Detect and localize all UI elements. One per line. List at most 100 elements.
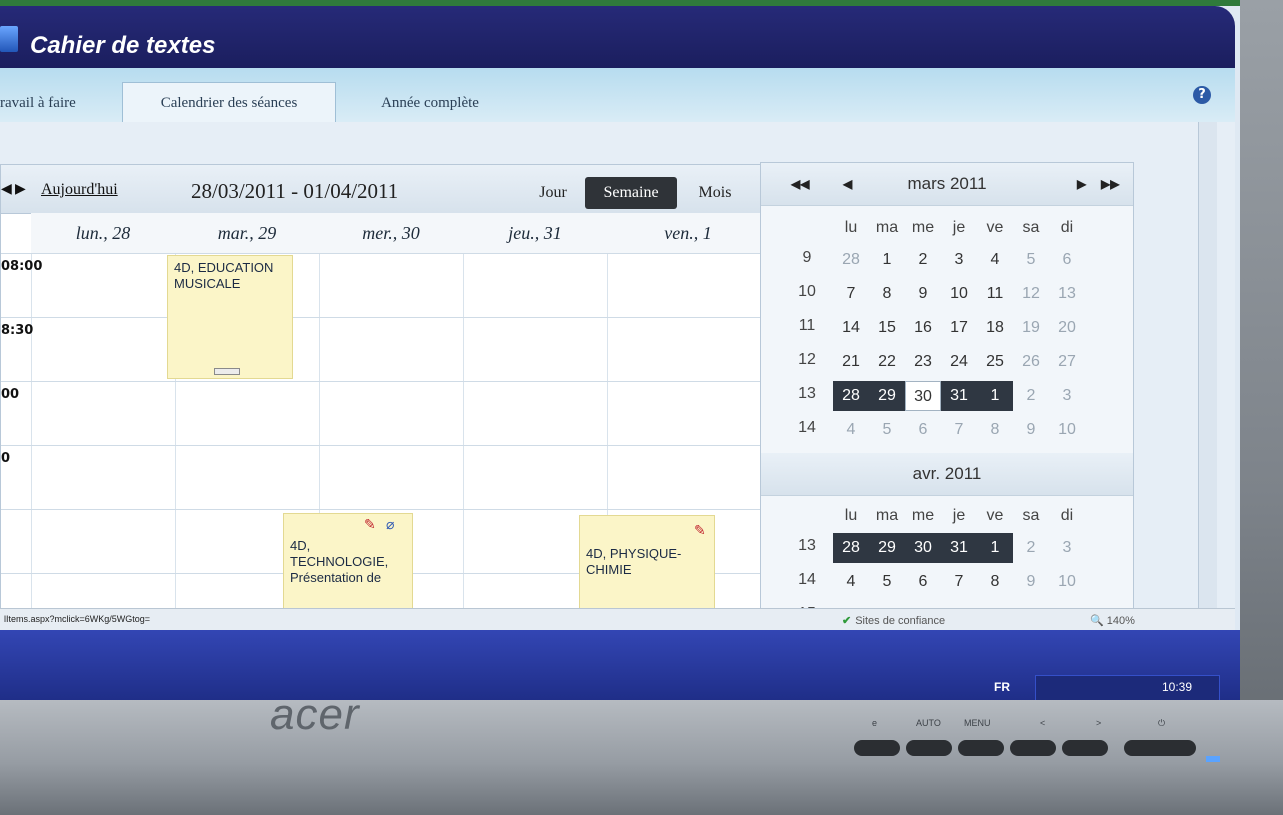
- day-cell[interactable]: 28: [833, 245, 869, 275]
- day-cell[interactable]: 6: [905, 415, 941, 445]
- next-arrow-icon[interactable]: ▶: [15, 181, 26, 197]
- day-cell[interactable]: 9: [1013, 415, 1049, 445]
- view-jour-button[interactable]: Jour: [529, 177, 577, 209]
- time-label: 08:00: [1, 259, 43, 274]
- day-cell[interactable]: 15: [869, 313, 905, 343]
- day-cell[interactable]: 10: [941, 279, 977, 309]
- day-cell[interactable]: 3: [941, 245, 977, 275]
- day-cell[interactable]: 7: [941, 567, 977, 597]
- power-led: [1206, 756, 1220, 762]
- day-cell[interactable]: 20: [1049, 313, 1085, 343]
- day-cell[interactable]: 14: [833, 313, 869, 343]
- day-cell[interactable]: 1: [977, 533, 1013, 563]
- day-cell[interactable]: 10: [1049, 415, 1085, 445]
- day-cell[interactable]: 26: [1013, 347, 1049, 377]
- day-cell[interactable]: 21: [833, 347, 869, 377]
- day-cell[interactable]: 1: [869, 245, 905, 275]
- monitor-power-button[interactable]: [1124, 740, 1196, 756]
- day-header-mar: mar., 29: [175, 213, 320, 253]
- event-expand-icon[interactable]: [214, 368, 240, 375]
- tab-travail[interactable]: ravail à faire: [0, 84, 110, 122]
- calendar-toolbar: ◀ ▶ Aujourd'hui 28/03/2011 - 01/04/2011 …: [1, 165, 769, 214]
- prev-month-icon[interactable]: ◀: [843, 177, 852, 191]
- day-cell[interactable]: 4: [833, 415, 869, 445]
- day-cell[interactable]: 2: [1013, 381, 1049, 411]
- day-cell[interactable]: 5: [1013, 245, 1049, 275]
- status-url: lItems.aspx?mclick=6WKg/5WGtog=: [4, 614, 151, 624]
- monitor-button-left[interactable]: [1010, 740, 1056, 756]
- day-cell[interactable]: 7: [833, 279, 869, 309]
- day-cell[interactable]: 4: [833, 567, 869, 597]
- day-cell[interactable]: 28: [833, 533, 869, 563]
- day-cell[interactable]: 7: [941, 415, 977, 445]
- next-year-icon[interactable]: ▶▶: [1101, 177, 1119, 191]
- day-cell[interactable]: 28: [833, 381, 869, 411]
- paperclip-icon[interactable]: ⌀: [386, 516, 394, 532]
- day-cell[interactable]: 29: [869, 533, 905, 563]
- monitor-button-auto[interactable]: [906, 740, 952, 756]
- day-cell[interactable]: 4: [977, 245, 1013, 275]
- monitor-button-e[interactable]: [854, 740, 900, 756]
- day-cell[interactable]: 17: [941, 313, 977, 343]
- prev-year-icon[interactable]: ◀◀: [791, 177, 809, 191]
- monitor-button-menu[interactable]: [958, 740, 1004, 756]
- tab-calendrier[interactable]: Calendrier des séances: [122, 82, 336, 123]
- day-cell[interactable]: 8: [869, 279, 905, 309]
- day-cell[interactable]: 8: [977, 415, 1013, 445]
- homework-icon[interactable]: ✎: [364, 516, 376, 532]
- weekday-label: di: [1060, 507, 1074, 524]
- day-cell[interactable]: 8: [977, 567, 1013, 597]
- today-link[interactable]: Aujourd'hui: [41, 181, 118, 199]
- app-titlebar: Cahier de textes: [0, 6, 1235, 68]
- page-scrollbar[interactable]: [1198, 122, 1217, 642]
- day-cell[interactable]: 25: [977, 347, 1013, 377]
- day-cell[interactable]: 30: [905, 381, 941, 411]
- day-cell[interactable]: 6: [905, 567, 941, 597]
- clock: 10:39: [1162, 680, 1193, 694]
- day-cell[interactable]: 1: [977, 381, 1013, 411]
- day-cell[interactable]: 18: [977, 313, 1013, 343]
- day-cell[interactable]: 31: [941, 381, 977, 411]
- event-education-musicale[interactable]: 4D, EDUCATION MUSICALE: [167, 255, 293, 379]
- day-cell[interactable]: 23: [905, 347, 941, 377]
- day-cell[interactable]: 27: [1049, 347, 1085, 377]
- day-cell[interactable]: 5: [869, 567, 905, 597]
- view-semaine-button[interactable]: Semaine: [585, 177, 677, 209]
- day-cell[interactable]: 11: [977, 279, 1013, 309]
- day-cell[interactable]: 9: [1013, 567, 1049, 597]
- weekday-label: di: [1060, 219, 1074, 236]
- language-indicator[interactable]: FR: [994, 680, 1010, 694]
- day-cell[interactable]: 2: [905, 245, 941, 275]
- day-cell[interactable]: 6: [1049, 245, 1085, 275]
- monitor-label: <: [1040, 718, 1046, 728]
- day-cell[interactable]: 12: [1013, 279, 1049, 309]
- day-cell[interactable]: 3: [1049, 381, 1085, 411]
- day-cell[interactable]: 3: [1049, 533, 1085, 563]
- screen: Cahier de textes ravail à faire Calendri…: [0, 0, 1240, 700]
- day-cell[interactable]: 2: [1013, 533, 1049, 563]
- day-cell[interactable]: 31: [941, 533, 977, 563]
- homework-icon[interactable]: ✎: [694, 522, 706, 538]
- day-cell[interactable]: 9: [905, 279, 941, 309]
- mini-title-avril: avr. 2011: [912, 464, 982, 483]
- day-cell[interactable]: 5: [869, 415, 905, 445]
- monitor-button-right[interactable]: [1062, 740, 1108, 756]
- zoom-level[interactable]: 🔍 140%: [1090, 614, 1135, 627]
- day-cell[interactable]: 29: [869, 381, 905, 411]
- day-cell[interactable]: 24: [941, 347, 977, 377]
- day-cell[interactable]: 16: [905, 313, 941, 343]
- next-month-icon[interactable]: ▶: [1077, 177, 1086, 191]
- grid-line: [1, 381, 769, 382]
- week-number: 10: [798, 283, 816, 300]
- tab-annee[interactable]: Année complète: [360, 84, 500, 122]
- prev-arrow-icon[interactable]: ◀: [1, 181, 12, 197]
- day-cell[interactable]: 22: [869, 347, 905, 377]
- help-icon[interactable]: ?: [1193, 86, 1211, 104]
- day-cell[interactable]: 13: [1049, 279, 1085, 309]
- day-cell[interactable]: 10: [1049, 567, 1085, 597]
- day-cell[interactable]: 19: [1013, 313, 1049, 343]
- view-mois-button[interactable]: Mois: [685, 177, 745, 209]
- mini-header-avril: avr. 2011: [761, 453, 1133, 496]
- day-cell[interactable]: 30: [905, 533, 941, 563]
- date-range: 28/03/2011 - 01/04/2011: [191, 179, 399, 203]
